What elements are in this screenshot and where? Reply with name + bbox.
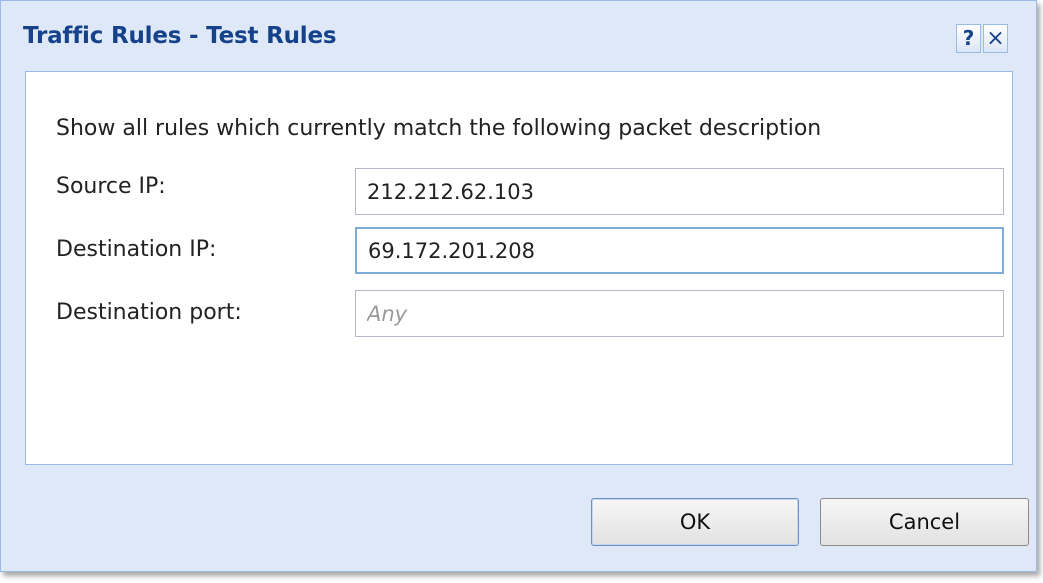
ok-button[interactable]: OK: [591, 498, 799, 546]
traffic-rules-dialog: Traffic Rules - Test Rules ? × Show all …: [0, 0, 1037, 572]
help-icon[interactable]: ?: [956, 24, 981, 53]
dialog-title-bar[interactable]: Traffic Rules - Test Rules ? ×: [1, 1, 1036, 73]
source-ip-input[interactable]: [355, 168, 1004, 215]
dialog-title: Traffic Rules - Test Rules: [23, 23, 337, 49]
source-ip-label: Source IP:: [56, 174, 166, 199]
cancel-button[interactable]: Cancel: [820, 498, 1029, 546]
destination-ip-input[interactable]: [355, 227, 1004, 274]
close-icon[interactable]: ×: [983, 24, 1008, 53]
form-description: Show all rules which currently match the…: [56, 116, 822, 141]
destination-port-label: Destination port:: [56, 300, 242, 325]
dialog-body: Show all rules which currently match the…: [25, 71, 1013, 465]
destination-ip-label: Destination IP:: [56, 237, 217, 262]
destination-port-input[interactable]: [355, 290, 1004, 337]
